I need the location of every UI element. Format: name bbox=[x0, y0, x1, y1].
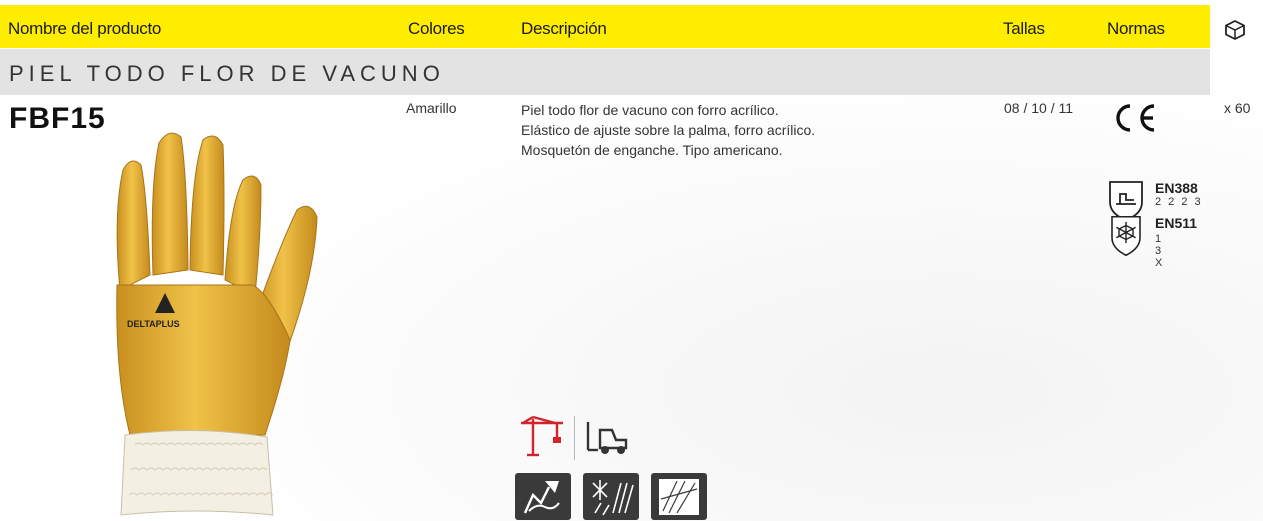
norm-level: 1 bbox=[1155, 233, 1162, 245]
box-icon bbox=[1225, 20, 1245, 40]
product-color: Amarillo bbox=[406, 100, 457, 116]
ce-mark-icon bbox=[1116, 104, 1155, 132]
header-product-name: Nombre del producto bbox=[8, 19, 162, 38]
norm-code: EN511 bbox=[1155, 215, 1198, 231]
pack-quantity: x 60 bbox=[1224, 100, 1251, 116]
description-line: Elástico de ajuste sobre la palma, forro… bbox=[521, 122, 816, 138]
product-description: Piel todo flor de vacuno con forro acríl… bbox=[521, 100, 815, 160]
header-norms: Normas bbox=[1107, 19, 1165, 38]
norm-levels: 2 2 2 3 bbox=[1155, 196, 1203, 208]
header-description: Descripción bbox=[521, 19, 607, 38]
header-sizes: Tallas bbox=[1003, 19, 1045, 38]
norm-level: 3 bbox=[1155, 245, 1162, 257]
forklift-icon bbox=[586, 422, 628, 454]
norm-code: EN388 bbox=[1155, 180, 1198, 196]
description-line: Mosquetón de enganche. Tipo americano. bbox=[521, 142, 783, 158]
abrasion-icon bbox=[651, 473, 707, 520]
usage-separator bbox=[574, 416, 575, 460]
norm-levels: 1 3 X bbox=[1155, 233, 1162, 269]
cold-risk-shield-icon bbox=[1111, 215, 1141, 257]
brand-logo: DELTAPLUS bbox=[127, 319, 180, 329]
category-title: PIEL TODO FLOR DE VACUNO bbox=[9, 61, 445, 86]
hand-mechanical-icon bbox=[515, 473, 571, 520]
crane-icon bbox=[521, 415, 563, 457]
glove-image: DELTAPLUS bbox=[116, 132, 318, 516]
cold-conditions-icon bbox=[583, 473, 639, 520]
norm-level: X bbox=[1155, 257, 1163, 269]
description-line: Piel todo flor de vacuno con forro acríl… bbox=[521, 102, 779, 118]
product-code: FBF15 bbox=[9, 102, 106, 135]
header-colors: Colores bbox=[408, 19, 465, 38]
product-sizes: 08 / 10 / 11 bbox=[1004, 100, 1074, 116]
